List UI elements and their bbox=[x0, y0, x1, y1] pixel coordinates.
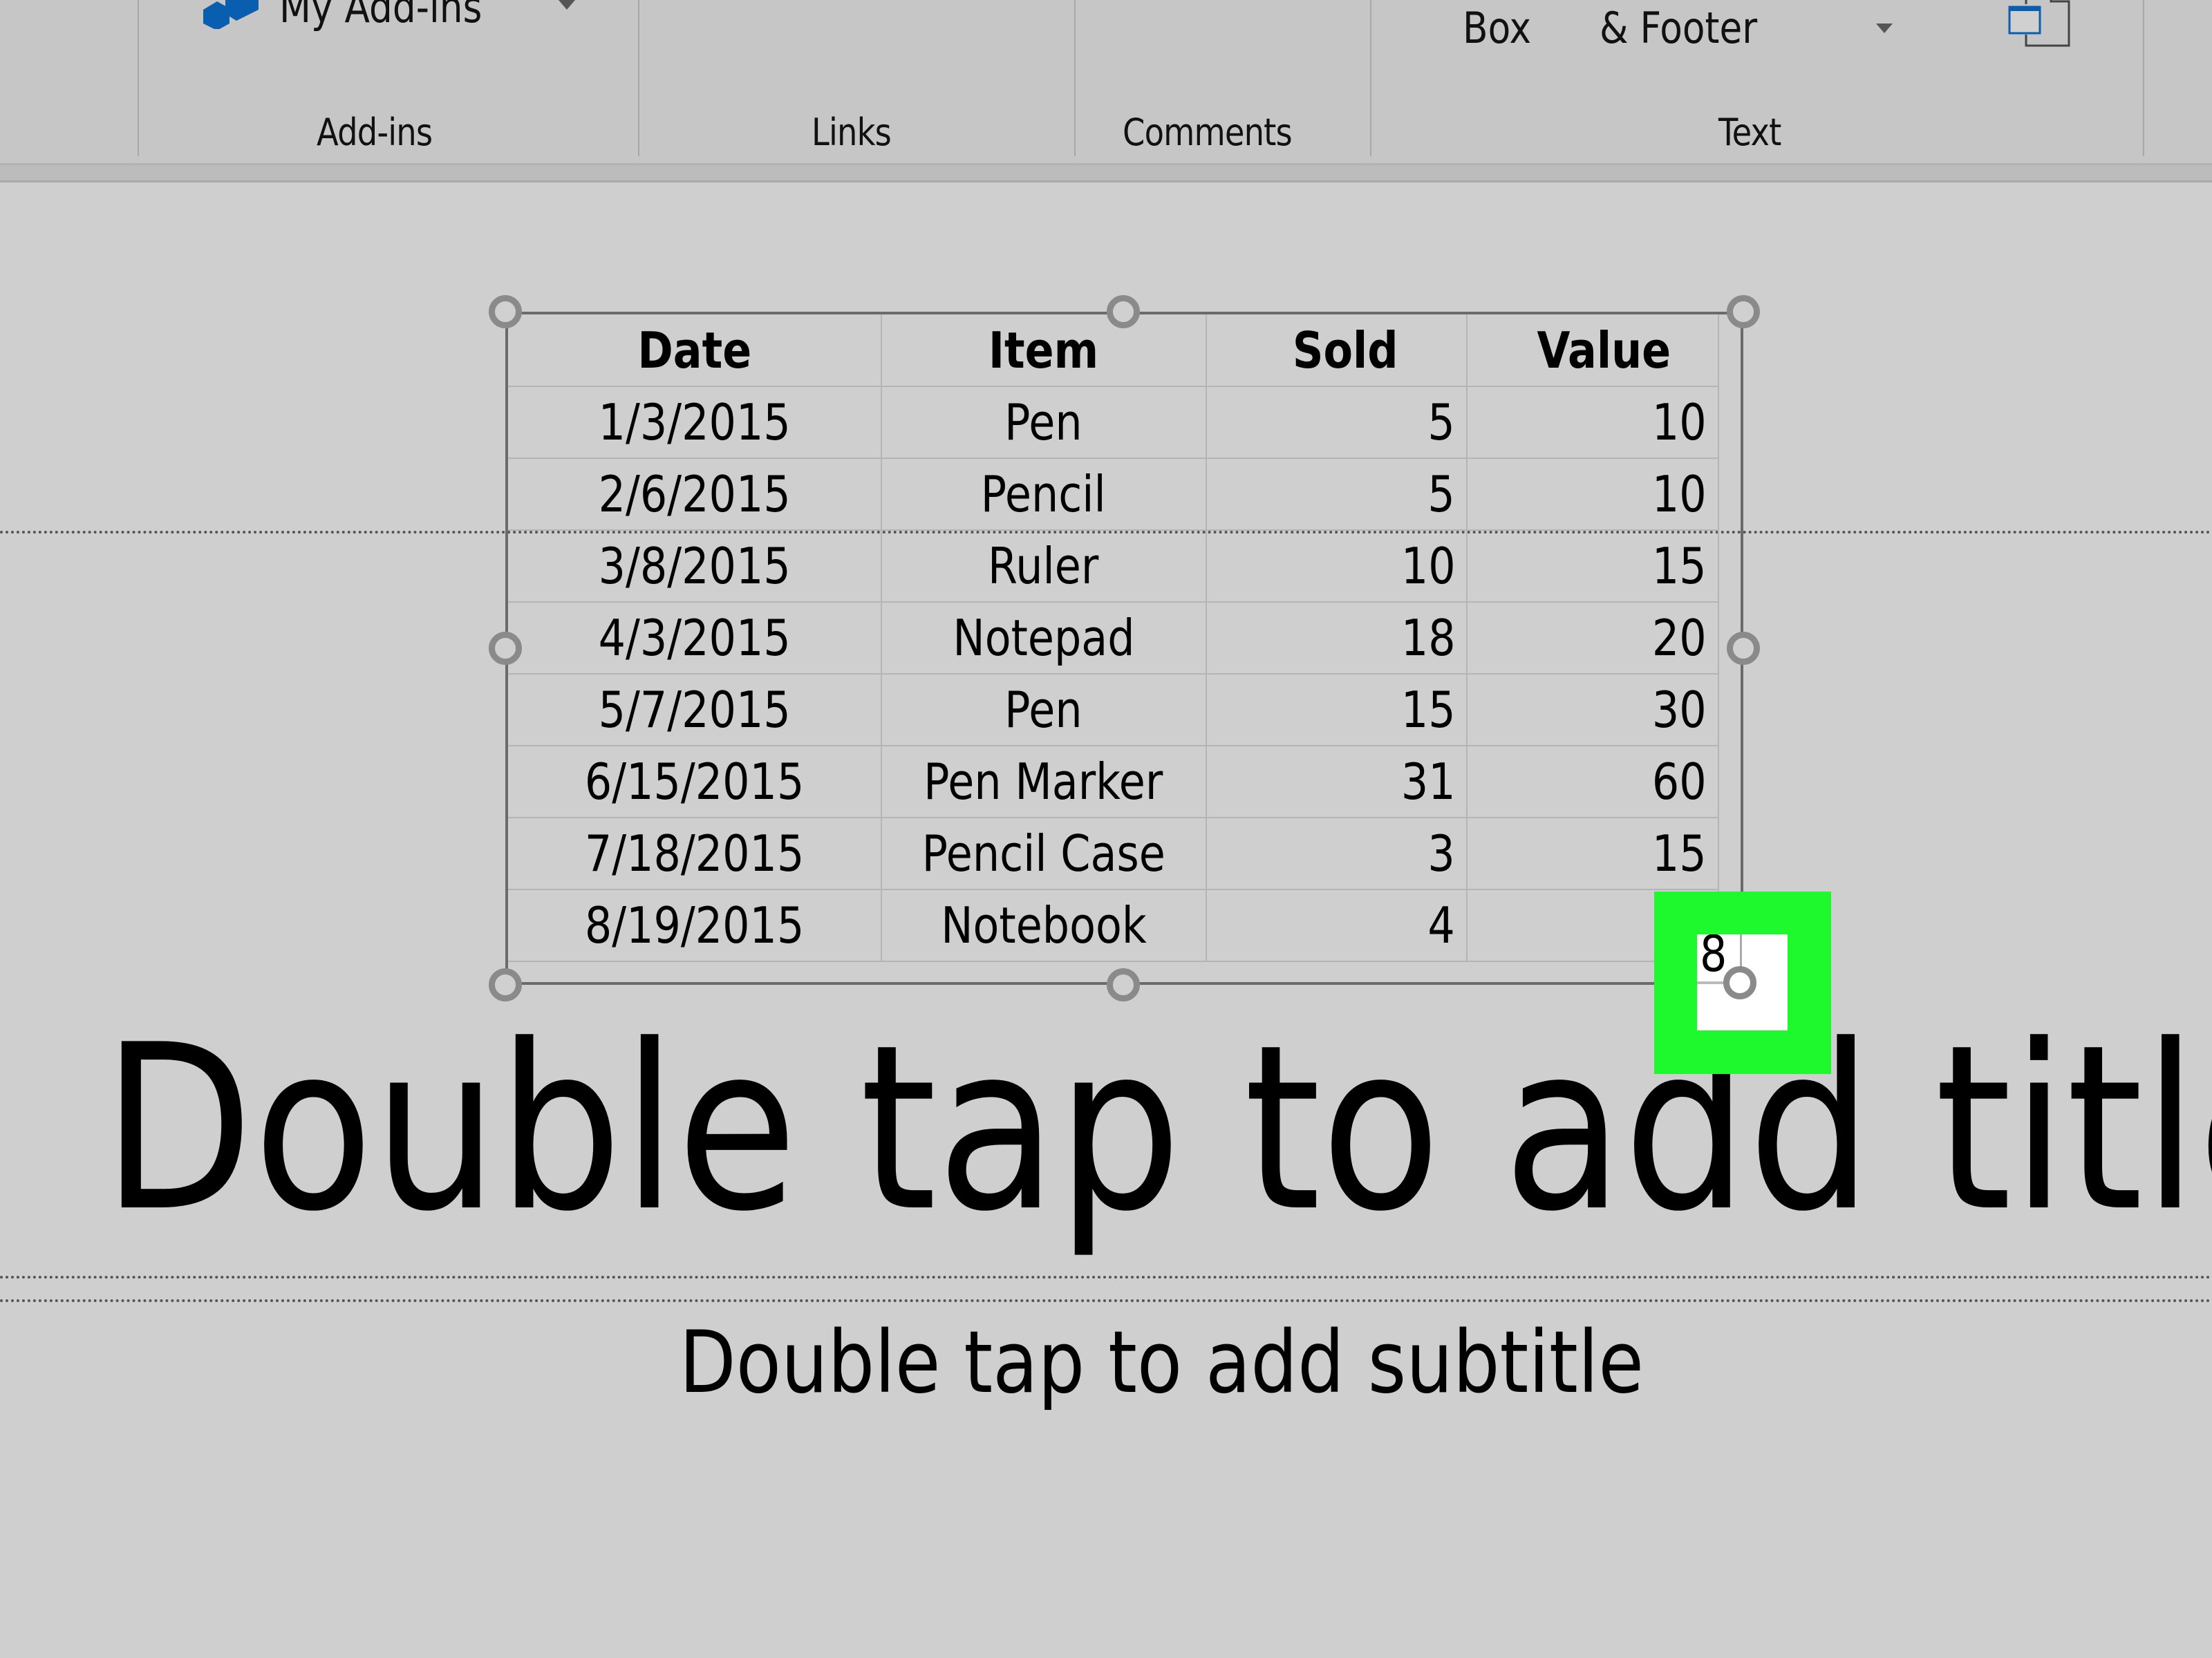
column-header-value[interactable]: Value bbox=[1466, 314, 1719, 387]
placeholder-guide-line bbox=[0, 1276, 2212, 1279]
table-row: 8/19/2015 Notebook 4 8 bbox=[508, 889, 1719, 962]
cell-item[interactable]: Pencil bbox=[880, 458, 1207, 531]
cell-date[interactable]: 8/19/2015 bbox=[508, 889, 882, 962]
my-addins-label: My Add-ins bbox=[279, 0, 482, 32]
highlight-focus-area: 8 bbox=[1697, 934, 1788, 1030]
cell-date[interactable]: 6/15/2015 bbox=[508, 745, 882, 818]
title-placeholder[interactable]: Double tap to add title bbox=[102, 1009, 2212, 1249]
column-header-item[interactable]: Item bbox=[880, 314, 1207, 387]
table-row: 4/3/2015 Notepad 18 20 bbox=[508, 601, 1719, 675]
cell-sold[interactable]: 18 bbox=[1205, 601, 1468, 675]
resize-handle-middle-right[interactable] bbox=[1727, 632, 1760, 665]
cell-value[interactable]: 30 bbox=[1466, 673, 1719, 746]
placeholder-guide-line bbox=[0, 1299, 2212, 1302]
column-header-sold[interactable]: Sold bbox=[1205, 314, 1468, 387]
my-addins-icon bbox=[203, 0, 259, 29]
table-object[interactable]: Date Item Sold Value 1/3/2015 Pen 5 10 2… bbox=[505, 312, 1743, 985]
subtitle-placeholder[interactable]: Double tap to add subtitle bbox=[0, 1313, 2212, 1413]
cell-sold[interactable]: 4 bbox=[1205, 889, 1468, 962]
cell-sold[interactable]: 5 bbox=[1205, 458, 1468, 531]
cell-date[interactable]: 4/3/2015 bbox=[508, 601, 882, 675]
table-row: 5/7/2015 Pen 15 30 bbox=[508, 673, 1719, 746]
ribbon: My Add-ins Box & Footer Add-ins Links Co… bbox=[0, 0, 2212, 163]
subtitle-text: Double tap to add subtitle bbox=[679, 1313, 1644, 1413]
group-separator bbox=[1370, 0, 1371, 156]
cell-item[interactable]: Notepad bbox=[880, 601, 1207, 675]
group-label-addins: Add-ins bbox=[317, 111, 433, 154]
group-separator bbox=[638, 0, 639, 156]
cell-item[interactable]: Notebook bbox=[880, 889, 1207, 962]
cell-value[interactable]: 15 bbox=[1466, 529, 1719, 603]
cell-item[interactable]: Pen bbox=[880, 673, 1207, 746]
table-row: 1/3/2015 Pen 5 10 bbox=[508, 386, 1719, 459]
group-label-comments: Comments bbox=[1123, 111, 1293, 154]
cell-item[interactable]: Pencil Case bbox=[880, 817, 1207, 890]
cell-value[interactable]: 10 bbox=[1466, 386, 1719, 459]
cell-sold[interactable]: 15 bbox=[1205, 673, 1468, 746]
cell-value[interactable]: 60 bbox=[1466, 745, 1719, 818]
resize-handle-top-right[interactable] bbox=[1727, 295, 1760, 328]
table-row: 6/15/2015 Pen Marker 31 60 bbox=[508, 745, 1719, 818]
group-separator bbox=[2143, 0, 2144, 156]
group-separator bbox=[1074, 0, 1076, 156]
group-separator bbox=[138, 0, 139, 156]
chevron-down-icon bbox=[559, 0, 575, 10]
resize-handle-middle-left[interactable] bbox=[489, 632, 522, 665]
table-row: 3/8/2015 Ruler 10 15 bbox=[508, 529, 1719, 603]
resize-handle-bottom-center[interactable] bbox=[1107, 968, 1140, 1001]
cell-date[interactable]: 3/8/2015 bbox=[508, 529, 882, 603]
group-label-links: Links bbox=[812, 111, 892, 154]
cell-date[interactable]: 7/18/2015 bbox=[508, 817, 882, 890]
resize-handle-top-center[interactable] bbox=[1107, 295, 1140, 328]
ribbon-border bbox=[0, 163, 2212, 182]
cell-item[interactable]: Ruler bbox=[880, 529, 1207, 603]
data-table: Date Item Sold Value 1/3/2015 Pen 5 10 2… bbox=[508, 314, 1719, 962]
cell-item[interactable]: Pen bbox=[880, 386, 1207, 459]
cell-value-partial: 8 bbox=[1700, 934, 1727, 983]
table-row: 7/18/2015 Pencil Case 3 15 bbox=[508, 817, 1719, 890]
cell-value[interactable]: 20 bbox=[1466, 601, 1719, 675]
cell-value[interactable]: 10 bbox=[1466, 458, 1719, 531]
highlight-box: 8 bbox=[1654, 892, 1831, 1074]
cell-value[interactable]: 15 bbox=[1466, 817, 1719, 890]
table-row: 2/6/2015 Pencil 5 10 bbox=[508, 458, 1719, 531]
chevron-down-icon[interactable] bbox=[1876, 23, 1893, 33]
cell-sold[interactable]: 3 bbox=[1205, 817, 1468, 890]
cell-item[interactable]: Pen Marker bbox=[880, 745, 1207, 818]
text-box-button[interactable]: Box bbox=[1463, 3, 1531, 53]
header-footer-button[interactable]: & Footer bbox=[1600, 3, 1757, 53]
group-label-text: Text bbox=[1718, 111, 1781, 154]
cell-date[interactable]: 5/7/2015 bbox=[508, 673, 882, 746]
cell-date[interactable]: 1/3/2015 bbox=[508, 386, 882, 459]
resize-handle-top-left[interactable] bbox=[489, 295, 522, 328]
cell-date[interactable]: 2/6/2015 bbox=[508, 458, 882, 531]
resize-handle-bottom-left[interactable] bbox=[489, 968, 522, 1001]
resize-handle-bottom-right[interactable] bbox=[1723, 966, 1756, 999]
object-icon[interactable] bbox=[2008, 0, 2072, 48]
cell-sold[interactable]: 5 bbox=[1205, 386, 1468, 459]
cell-sold[interactable]: 10 bbox=[1205, 529, 1468, 603]
column-header-date[interactable]: Date bbox=[508, 314, 882, 387]
cell-sold[interactable]: 31 bbox=[1205, 745, 1468, 818]
